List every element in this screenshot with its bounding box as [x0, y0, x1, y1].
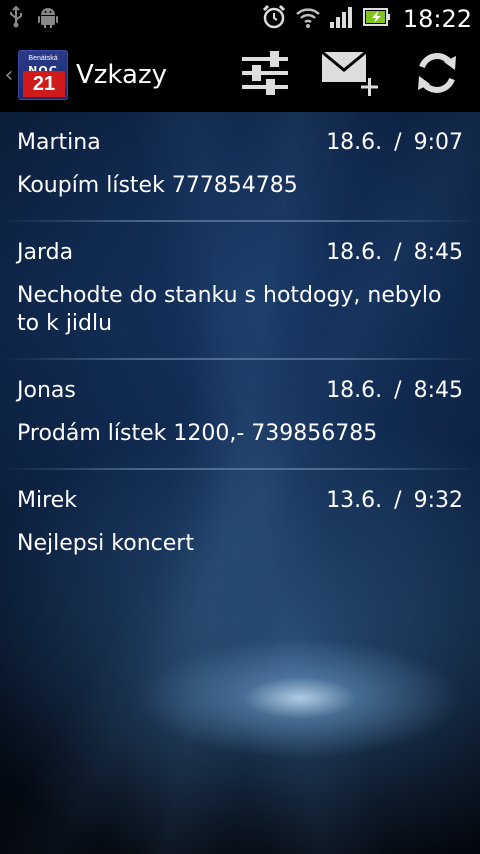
list-item[interactable]: Jarda 18.6. / 8:45 Nechodte do stanku s … [0, 222, 480, 358]
message-time: 9:07 [413, 129, 463, 155]
new-message-button[interactable] [308, 38, 394, 112]
settings-button[interactable] [222, 38, 308, 112]
new-message-icon [321, 48, 381, 102]
message-text: Koupím lístek 777854785 [17, 173, 298, 198]
status-bar: 18:22 [0, 0, 480, 38]
settings-sliders-icon [240, 49, 290, 101]
refresh-icon [414, 50, 460, 100]
app-logo-icon[interactable]: Benátská NOC 21 [18, 50, 68, 100]
message-sender: Jarda [17, 239, 74, 265]
list-item[interactable]: Mirek 13.6. / 9:32 Nejlepsi koncert [0, 470, 480, 578]
message-list: Martina 18.6. / 9:07 Koupím lístek 77785… [0, 112, 480, 578]
wifi-icon [295, 5, 321, 33]
date-time-separator: / [394, 487, 402, 513]
battery-charging-icon [362, 7, 391, 31]
app-logo-brand: Benátská [28, 55, 58, 62]
screen-title: Vzkazy [76, 60, 167, 90]
message-time: 8:45 [413, 239, 463, 265]
message-sender: Mirek [17, 487, 77, 513]
message-time: 8:45 [413, 377, 463, 403]
alarm-icon [261, 4, 287, 34]
message-time: 9:32 [413, 487, 463, 513]
date-time-separator: / [394, 239, 402, 265]
app-logo-line2: 21 [23, 71, 65, 97]
signal-icon [329, 5, 355, 33]
action-bar: ‹ Benátská NOC 21 Vzkazy [0, 38, 480, 112]
list-item[interactable]: Jonas 18.6. / 8:45 Prodám lístek 1200,- … [0, 360, 480, 468]
message-date: 18.6. [326, 239, 383, 265]
message-text: Prodám lístek 1200,- 739856785 [17, 421, 378, 446]
date-time-separator: / [394, 129, 402, 155]
date-time-separator: / [394, 377, 402, 403]
refresh-button[interactable] [394, 38, 480, 112]
message-sender: Martina [17, 129, 101, 155]
message-date: 18.6. [326, 377, 383, 403]
message-date: 18.6. [326, 129, 383, 155]
list-item[interactable]: Martina 18.6. / 9:07 Koupím lístek 77785… [0, 112, 480, 220]
message-text: Nechodte do stanku s hotdogy, nebylo to … [17, 283, 442, 336]
usb-icon [8, 5, 24, 32]
message-date: 13.6. [326, 487, 383, 513]
message-sender: Jonas [17, 377, 76, 403]
android-debug-icon [38, 6, 58, 32]
status-clock: 18:22 [402, 5, 472, 33]
up-caret-icon[interactable]: ‹ [2, 63, 16, 88]
message-text: Nejlepsi koncert [17, 531, 194, 556]
